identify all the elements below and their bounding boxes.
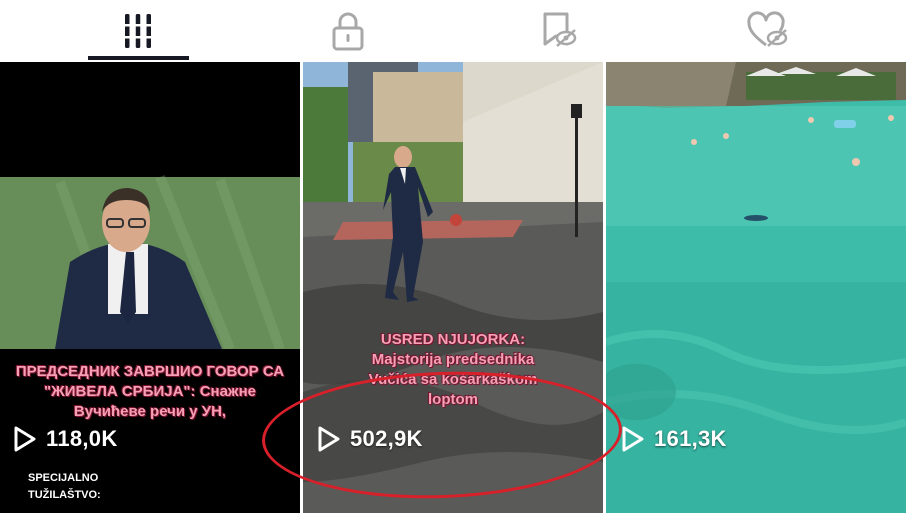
video-subcaption: SPECIJALNO TUŽILAŠTVO: xyxy=(28,470,101,504)
grid-icon xyxy=(121,14,155,48)
heart-hidden-icon xyxy=(747,11,788,47)
play-icon xyxy=(14,426,36,452)
view-count-label: 118,0K xyxy=(46,426,118,451)
subcaption-line: TUŽILAŠTVO: xyxy=(28,489,101,501)
tab-favorites[interactable] xyxy=(488,0,628,62)
view-count: 118,0K xyxy=(12,425,118,453)
tab-liked[interactable] xyxy=(698,0,838,62)
tab-videos[interactable] xyxy=(68,0,208,62)
lock-icon xyxy=(332,12,364,51)
view-count-label: 161,3K xyxy=(654,426,727,451)
video-caption: ПРЕДСЕДНИК ЗАВРШИО ГОВОР СА "ЖИВЕЛА СРБИ… xyxy=(15,363,285,420)
video-tile[interactable]: ПРЕДСЕДНИК ЗАВРШИО ГОВОР СА "ЖИВЕЛА СРБИ… xyxy=(0,62,300,513)
play-icon xyxy=(622,426,644,452)
caption-line: Majstorija predsednika xyxy=(371,351,535,368)
caption-line: USRED NJUJORKA: xyxy=(380,331,526,348)
video-tile[interactable]: 161,3K xyxy=(606,62,906,513)
subcaption-line: SPECIJALNO xyxy=(28,472,99,484)
view-count: 161,3K xyxy=(620,425,727,453)
active-tab-indicator xyxy=(88,56,189,60)
bookmark-hidden-icon xyxy=(543,12,577,47)
tab-private[interactable] xyxy=(278,0,418,62)
profile-tab-bar xyxy=(0,0,906,62)
